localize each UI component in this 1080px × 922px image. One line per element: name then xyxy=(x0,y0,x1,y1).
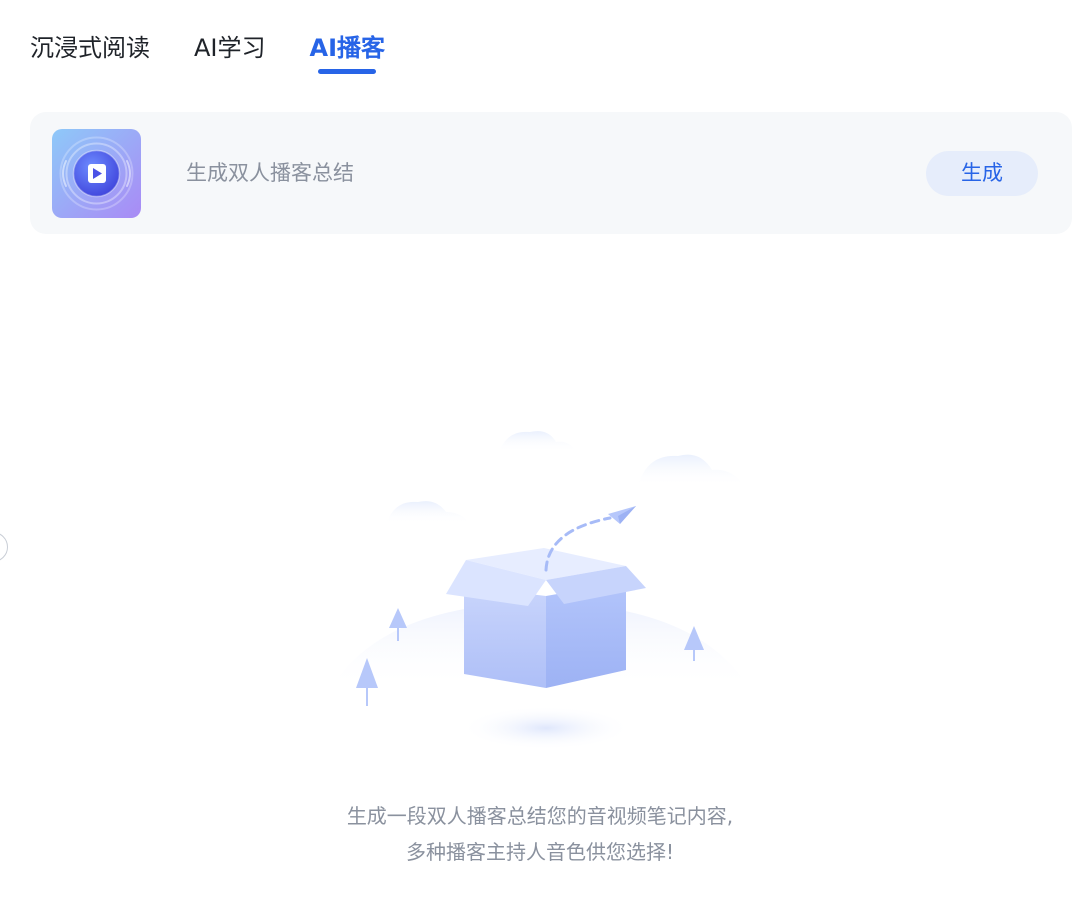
tab-ai-learning[interactable]: AI学习 xyxy=(194,30,266,66)
empty-state-text: 多种播客主持人音色供您选择! xyxy=(405,840,675,864)
cloud-icon xyxy=(382,431,744,524)
podcast-summary-card: 生成双人播客总结 生成 xyxy=(30,112,1072,234)
generate-button[interactable]: 生成 xyxy=(926,151,1038,196)
active-tab-indicator xyxy=(318,69,377,74)
tab-bar: 沉浸式阅读 AI学习 AI播客 xyxy=(30,30,385,80)
empty-state-text: 生成一段双人播客总结您的音视频笔记内容, xyxy=(346,804,734,828)
collapse-handle[interactable] xyxy=(0,532,8,562)
tab-immersive-reading[interactable]: 沉浸式阅读 xyxy=(30,30,150,66)
tab-label: 沉浸式阅读 xyxy=(30,34,150,62)
card-title: 生成双人播客总结 xyxy=(186,161,354,185)
tab-ai-podcast[interactable]: AI播客 xyxy=(309,30,386,74)
play-icon xyxy=(52,129,141,218)
empty-box-illustration xyxy=(320,420,760,760)
tab-label: AI播客 xyxy=(309,34,386,62)
podcast-thumbnail xyxy=(52,129,141,218)
tab-label: AI学习 xyxy=(194,34,266,62)
